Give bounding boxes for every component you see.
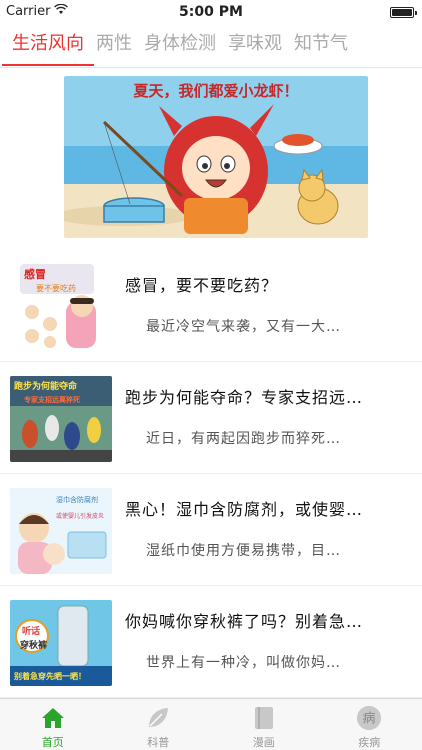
thumb-text-1: 跑步为何能夺命	[14, 380, 78, 392]
nav-comics-label: 漫画	[252, 736, 275, 749]
home-icon	[40, 705, 66, 731]
list-item[interactable]: 听话 穿秋裤 别着急穿先晒一晒！ 你妈喊你穿秋裤了吗？别着急… 世界上有一种冷，…	[0, 586, 422, 698]
thumb-text-1: 感冒	[24, 267, 46, 281]
article-thumbnail: 跑步为何能夺命 专家支招远离猝死	[10, 376, 112, 462]
thumb-text-3: 别着急穿先晒一晒！	[13, 671, 86, 681]
nav-comics[interactable]: 漫画	[211, 699, 317, 750]
tab-body-check[interactable]: 身体检测	[138, 24, 222, 67]
banner-image[interactable]: 夏天，我们都爱小龙虾！	[64, 76, 368, 238]
article-thumbnail: 听话 穿秋裤 别着急穿先晒一晒！	[10, 600, 112, 686]
disease-icon: 病	[356, 705, 382, 731]
thumb-text-2: 专家支招远离猝死	[24, 395, 80, 404]
tab-lifestyle[interactable]: 生活风向	[2, 24, 94, 67]
nav-science-label: 科普	[147, 736, 170, 749]
article-title: 跑步为何能夺命？专家支招远…	[125, 388, 364, 407]
article-thumbnail: 感冒 要不要吃药	[10, 264, 112, 350]
nav-disease-label: 疾病	[358, 736, 381, 749]
bottom-tab-bar: 首页 科普 漫画 病 疾病	[0, 698, 422, 750]
thumb-text-1: 湿巾含防腐剂	[56, 495, 98, 504]
disease-icon-glyph: 病	[363, 712, 376, 727]
leaf-icon	[145, 705, 171, 731]
article-summary: 湿纸巾使用方便易携带，目…	[146, 543, 341, 559]
nav-disease[interactable]: 病 疾病	[317, 699, 422, 750]
article-summary: 世界上有一种冷，叫做你妈…	[146, 655, 341, 671]
article-summary: 最近冷空气来袭，又有一大…	[146, 319, 341, 335]
list-item[interactable]: 感冒 要不要吃药 感冒，要不要吃药？ 最近冷空气来袭，又有一大…	[0, 250, 422, 362]
thumb-text-2: 穿秋裤	[20, 639, 47, 651]
tab-relationships[interactable]: 两性	[90, 24, 138, 67]
nav-home[interactable]: 首页	[0, 699, 106, 750]
list-item[interactable]: 湿巾含防腐剂 或使婴儿引发皮炎 黑心！湿巾含防腐剂，或使婴… 湿纸巾使用方便易携…	[0, 474, 422, 586]
nav-science[interactable]: 科普	[106, 699, 212, 750]
article-title: 感冒，要不要吃药？	[125, 276, 279, 295]
status-time: 5:00 PM	[179, 4, 243, 20]
article-title: 黑心！湿巾含防腐剂，或使婴…	[125, 500, 364, 519]
article-thumbnail: 湿巾含防腐剂 或使婴儿引发皮炎	[10, 488, 112, 574]
tab-solar-terms[interactable]: 知节气	[288, 24, 354, 67]
article-summary: 近日，有两起因跑步而猝死…	[146, 431, 341, 447]
tab-food[interactable]: 享味观	[222, 24, 288, 67]
battery-icon	[390, 7, 417, 18]
news-list: 感冒 要不要吃药 感冒，要不要吃药？ 最近冷空气来袭，又有一大… 跑步为何能夺命…	[0, 250, 422, 698]
thumb-text-2: 要不要吃药	[36, 283, 76, 293]
list-item[interactable]: 跑步为何能夺命 专家支招远离猝死 跑步为何能夺命？专家支招远… 近日，有两起因跑…	[0, 362, 422, 474]
banner-caption: 夏天，我们都爱小龙虾！	[132, 82, 298, 100]
category-tabs: 生活风向 两性 身体检测 享味观 知节气	[0, 24, 422, 68]
status-bar: Carrier 5:00 PM	[0, 0, 422, 24]
book-icon	[251, 705, 277, 731]
article-title: 你妈喊你穿秋裤了吗？别着急…	[125, 612, 364, 631]
thumb-text-1: 听话	[22, 625, 40, 637]
nav-home-label: 首页	[41, 736, 64, 749]
thumb-text-2: 或使婴儿引发皮炎	[56, 512, 104, 520]
